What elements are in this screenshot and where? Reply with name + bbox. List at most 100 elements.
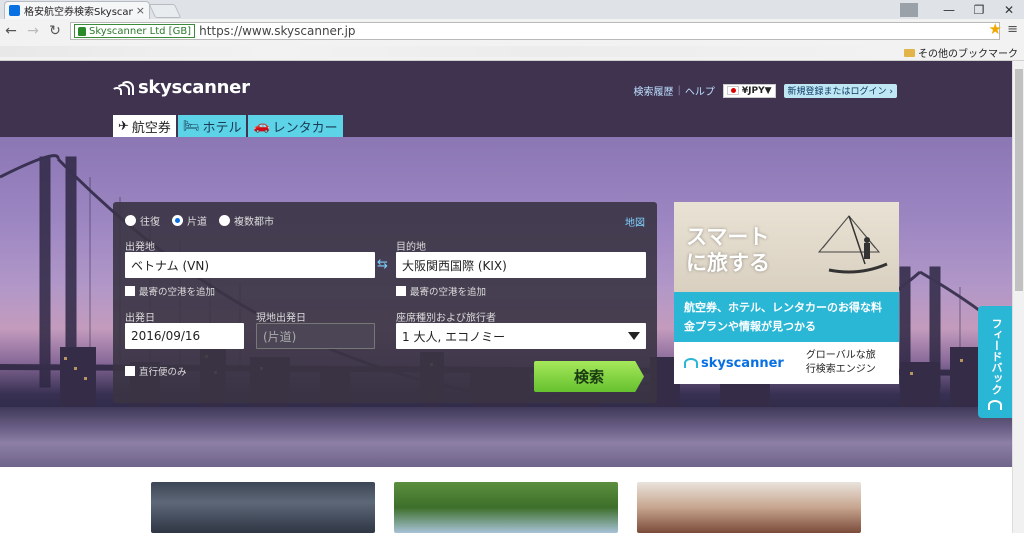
ad-footer: skyscanner グローバルな旅 行検索エンジン [674,342,899,384]
tab-car-hire-label: レンタカー [272,120,338,136]
site-header: skyscanner 検索履歴 | ヘルプ ¥JPY▼ 新規登録またはログイン … [0,61,1012,137]
bookmarks-redacted [0,46,900,57]
forward-arrow-icon[interactable]: → [22,23,44,39]
cabin-label: 座席種別および旅行者 [396,313,496,324]
to-input[interactable]: 大阪関西国際 (KIX) [396,252,646,278]
tab-hotels[interactable]: 🛏 ホテル [177,115,247,137]
from-label: 出発地 [125,242,155,253]
ad-tagline: グローバルな旅 行検索エンジン [806,349,876,377]
reload-icon[interactable]: ↻ [44,23,66,39]
page: skyscanner 検索履歴 | ヘルプ ¥JPY▼ 新規登録またはログイン … [0,61,1012,533]
ad-logo: skyscanner [684,356,784,371]
ad-tagline-line1: グローバルな旅 [805,350,876,361]
direct-only-checkbox[interactable]: 直行便のみ [125,364,187,378]
bookmark-star-icon[interactable]: ★ [989,20,1002,38]
card-image-suitcase[interactable] [637,482,861,533]
feedback-label: フィードバック [990,318,1003,395]
address-bar[interactable]: Skyscanner Ltd [GB] https://www.skyscann… [70,22,1000,40]
product-tabs: ✈ 航空券 🛏 ホテル 🚗 レンタカー [113,115,345,137]
browser-tab[interactable]: 格安航空券検索Skyscanner × [4,1,150,19]
depart-date-input[interactable]: 2016/09/16 [125,323,244,349]
ad-body: 航空券、ホテル、レンタカーのお得な料金プランや情報が見つかる [674,292,899,342]
minimize-button[interactable]: — [934,3,964,17]
ad-tagline-line2: 行検索エンジン [805,364,876,375]
nearby-to-label: 最寄の空港を追加 [410,287,487,298]
browser-menu-icon[interactable]: ≡ [1007,22,1018,37]
page-scrollbar[interactable] [1012,61,1024,533]
tab-flights-label: 航空券 [131,120,171,136]
search-button[interactable]: 検索 [534,361,644,392]
maximize-button[interactable]: ❐ [964,3,994,17]
radio-round-trip[interactable]: 往復 [125,213,160,228]
return-date-input: (片道) [256,323,375,349]
folder-icon [904,48,915,57]
skyscanner-logo[interactable]: skyscanner [112,77,250,98]
tab-flights[interactable]: ✈ 航空券 [113,115,176,137]
nearby-from-checkbox[interactable]: 最寄の空港を追加 [125,284,215,298]
radio-round-trip-label: 往復 [140,217,160,228]
flight-search-panel: 往復 片道 複数都市 地図 出発地 ベトナム (VN) ⇆ 目的地 大阪関西国際… [113,202,657,403]
radio-one-way[interactable]: 片道 [172,213,207,228]
nearby-to-checkbox[interactable]: 最寄の空港を追加 [396,284,486,298]
feedback-tab[interactable]: フィードバック [978,306,1012,418]
tab-title: 格安航空券検索Skyscanner [24,7,133,18]
new-tab-button[interactable] [148,4,182,18]
to-label: 目的地 [396,242,426,253]
fisherman-silhouette [817,215,888,274]
river-water [0,407,1012,467]
radio-dot-selected [172,215,183,226]
card-image-phone[interactable] [394,482,618,533]
swap-arrows-icon[interactable]: ⇆ [377,257,388,272]
tab-close-icon[interactable]: × [136,4,145,17]
currency-label: ¥JPY▼ [741,85,772,96]
back-arrow-icon[interactable]: ← [0,23,22,39]
radio-one-way-label: 片道 [187,217,207,228]
skyscanner-logo-icon [988,400,1002,410]
skyscanner-favicon-icon [9,5,20,16]
card-image-airport[interactable] [151,482,375,533]
cabin-travellers-select[interactable]: 1 大人, エコノミー [396,323,646,349]
profile-icon[interactable] [900,2,918,17]
scrollbar-thumb[interactable] [1015,69,1023,291]
nearby-from-label: 最寄の空港を追加 [139,287,216,298]
ad-headline-line2: に旅する [686,251,770,275]
help-link[interactable]: ヘルプ [685,83,715,98]
bed-icon: 🛏 [182,118,200,134]
top-nav: 検索履歴 | ヘルプ ¥JPY▼ 新規登録またはログイン › [634,83,897,98]
browser-toolbar: ← → ↻ Skyscanner Ltd [GB] https://www.sk… [0,19,1024,43]
radio-dot [125,215,136,226]
tab-hotels-label: ホテル [202,120,242,136]
skyscanner-ad-banner[interactable]: スマート に旅する 航空券、ホテル、レンタカーのお得な料金プランや情報が見つかる… [674,202,899,384]
window-controls: — ❐ ✕ [900,0,1024,19]
ad-logo-text: skyscanner [701,355,784,371]
direct-only-label: 直行便のみ [139,367,187,378]
other-bookmarks-label: その他のブックマーク [918,49,1018,60]
airplane-icon: ✈ [118,118,129,134]
login-button[interactable]: 新規登録またはログイン › [783,83,897,98]
url-text: https://www.skyscanner.jp [199,24,356,38]
skyscanner-logo-icon [112,80,134,95]
dropdown-arrow-icon [628,332,640,340]
logo-text: skyscanner [138,77,250,98]
ad-photo: スマート に旅する [674,202,899,292]
other-bookmarks[interactable]: その他のブックマーク [904,45,1018,60]
skyscanner-logo-icon [684,358,698,368]
currency-selector[interactable]: ¥JPY▼ [722,83,776,98]
close-window-button[interactable]: ✕ [994,3,1024,17]
checkbox-box [396,286,406,296]
radio-multi-city[interactable]: 複数都市 [219,213,274,228]
cabin-value: 1 大人, エコノミー [402,329,506,344]
depart-label: 出発日 [125,313,155,324]
tab-car-hire[interactable]: 🚗 レンタカー [248,115,343,137]
ad-headline: スマート に旅する [686,224,770,276]
radio-multi-city-label: 複数都市 [234,217,274,228]
checkbox-box [125,286,135,296]
history-link[interactable]: 検索履歴 [634,83,674,98]
ev-certificate-badge[interactable]: Skyscanner Ltd [GB] [74,24,196,38]
car-icon: 🚗 [253,118,270,134]
ev-label: Skyscanner Ltd [GB] [89,25,192,37]
map-link[interactable]: 地図 [625,214,645,229]
radio-dot [219,215,230,226]
from-input[interactable]: ベトナム (VN) [125,252,375,278]
lock-icon [78,26,86,36]
